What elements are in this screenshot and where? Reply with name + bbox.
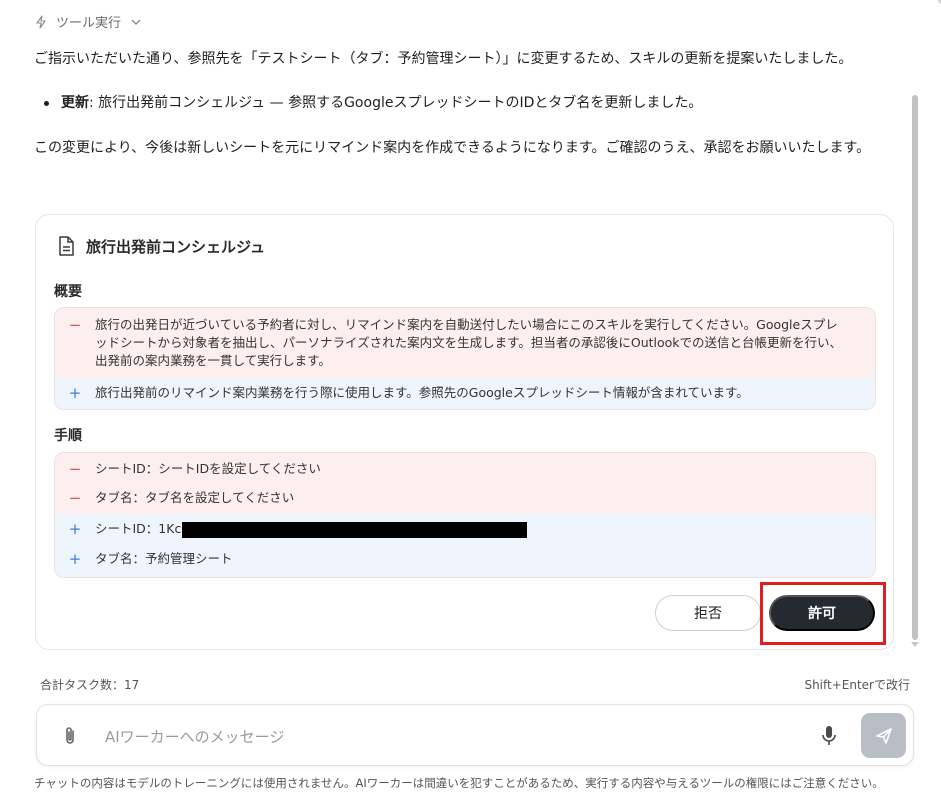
microphone-icon[interactable]: [819, 724, 839, 748]
scrollbar-thumb[interactable]: [912, 95, 918, 640]
steps-added-sheet-text: シートID：1Kc: [95, 521, 182, 536]
summary-removed-row: − 旅行の出発日が近づいている予約者に対し、リマインド案内を自動送付したい場合に…: [55, 308, 875, 378]
plus-icon: +: [68, 550, 82, 568]
card-title: 旅行出発前コンシェルジュ: [56, 235, 265, 257]
summary-removed-line: 旅行の出発日が近づいている予約者に対し、リマインド案内を自動送付したい場合にこの…: [95, 317, 838, 332]
paperclip-icon[interactable]: [61, 725, 79, 747]
card-title-text: 旅行出発前コンシェルジュ: [86, 237, 265, 256]
allow-button-highlight: [760, 582, 886, 645]
steps-removed-row: − シートID：シートIDを設定してください: [55, 453, 875, 483]
minus-icon: −: [68, 316, 82, 334]
plus-icon: +: [68, 520, 82, 538]
bullet-text: : 旅行出発前コンシェルジュ — 参照するGoogleスプレッドシートのIDとタ…: [89, 95, 703, 111]
steps-removed-text: タブ名：タブ名を設定してください: [95, 490, 295, 505]
newline-hint: Shift+Enterで改行: [804, 678, 910, 692]
message-bullet: 更新 : 旅行出発前コンシェルジュ — 参照するGoogleスプレッドシートのI…: [44, 92, 702, 114]
summary-diff: − 旅行の出発日が近づいている予約者に対し、リマインド案内を自動送付したい場合に…: [54, 307, 876, 410]
summary-added-row: + 旅行出発前のリマインド案内業務を行う際に使用します。参照先のGoogleスプ…: [55, 378, 875, 409]
minus-icon: −: [68, 489, 82, 507]
tool-execution-label: ツール実行: [56, 16, 122, 31]
steps-diff: − シートID：シートIDを設定してください − タブ名：タブ名を設定してくださ…: [54, 452, 876, 578]
chevron-down-icon: [131, 19, 141, 25]
plus-icon: +: [68, 384, 82, 402]
summary-removed-line: 出発前の案内業務を一貫して実行します。: [95, 353, 331, 368]
message-input[interactable]: AIワーカーへのメッセージ: [105, 726, 284, 747]
message-outro: この変更により、今後は新しいシートを元にリマインド案内を作成できるようになります…: [34, 140, 871, 156]
steps-added-row: + タブ名：予約管理シート: [55, 544, 875, 577]
steps-added-row: + シートID：1Kc: [55, 514, 875, 544]
summary-label: 概要: [54, 284, 82, 300]
steps-label: 手順: [54, 428, 82, 444]
steps-removed-text: シートID：シートIDを設定してください: [95, 461, 321, 476]
tool-execution-toggle[interactable]: ツール実行: [34, 12, 143, 31]
steps-added-tab-text: タブ名：予約管理シート: [95, 551, 233, 566]
lightning-icon: [36, 14, 46, 29]
bullet-dot: [44, 100, 49, 106]
send-icon: [875, 727, 892, 744]
disclaimer: チャットの内容はモデルのトレーニングには使用されません。AIワーカーは間違いを犯…: [34, 776, 884, 790]
reject-button[interactable]: 拒否: [655, 595, 761, 631]
document-icon: [59, 236, 74, 256]
total-tasks: 合計タスク数：17: [40, 678, 140, 692]
message-intro: ご指示いただいた通り、参照先を「テストシート（タブ：予約管理シート）」に変更する…: [34, 51, 853, 67]
message-composer: AIワーカーへのメッセージ: [36, 704, 914, 766]
bullet-label: 更新: [61, 95, 89, 111]
minus-icon: −: [68, 460, 82, 478]
summary-added-text: 旅行出発前のリマインド案内業務を行う際に使用します。参照先のGoogleスプレッ…: [95, 385, 749, 400]
steps-removed-row: − タブ名：タブ名を設定してください: [55, 483, 875, 514]
summary-removed-line: ッドシートから対象者を抽出し、パーソナライズされた案内文を生成します。担当者の承…: [95, 335, 843, 350]
redaction-bar: [182, 521, 528, 538]
scroll-down-arrow[interactable]: [911, 642, 919, 647]
send-button[interactable]: [861, 713, 906, 758]
